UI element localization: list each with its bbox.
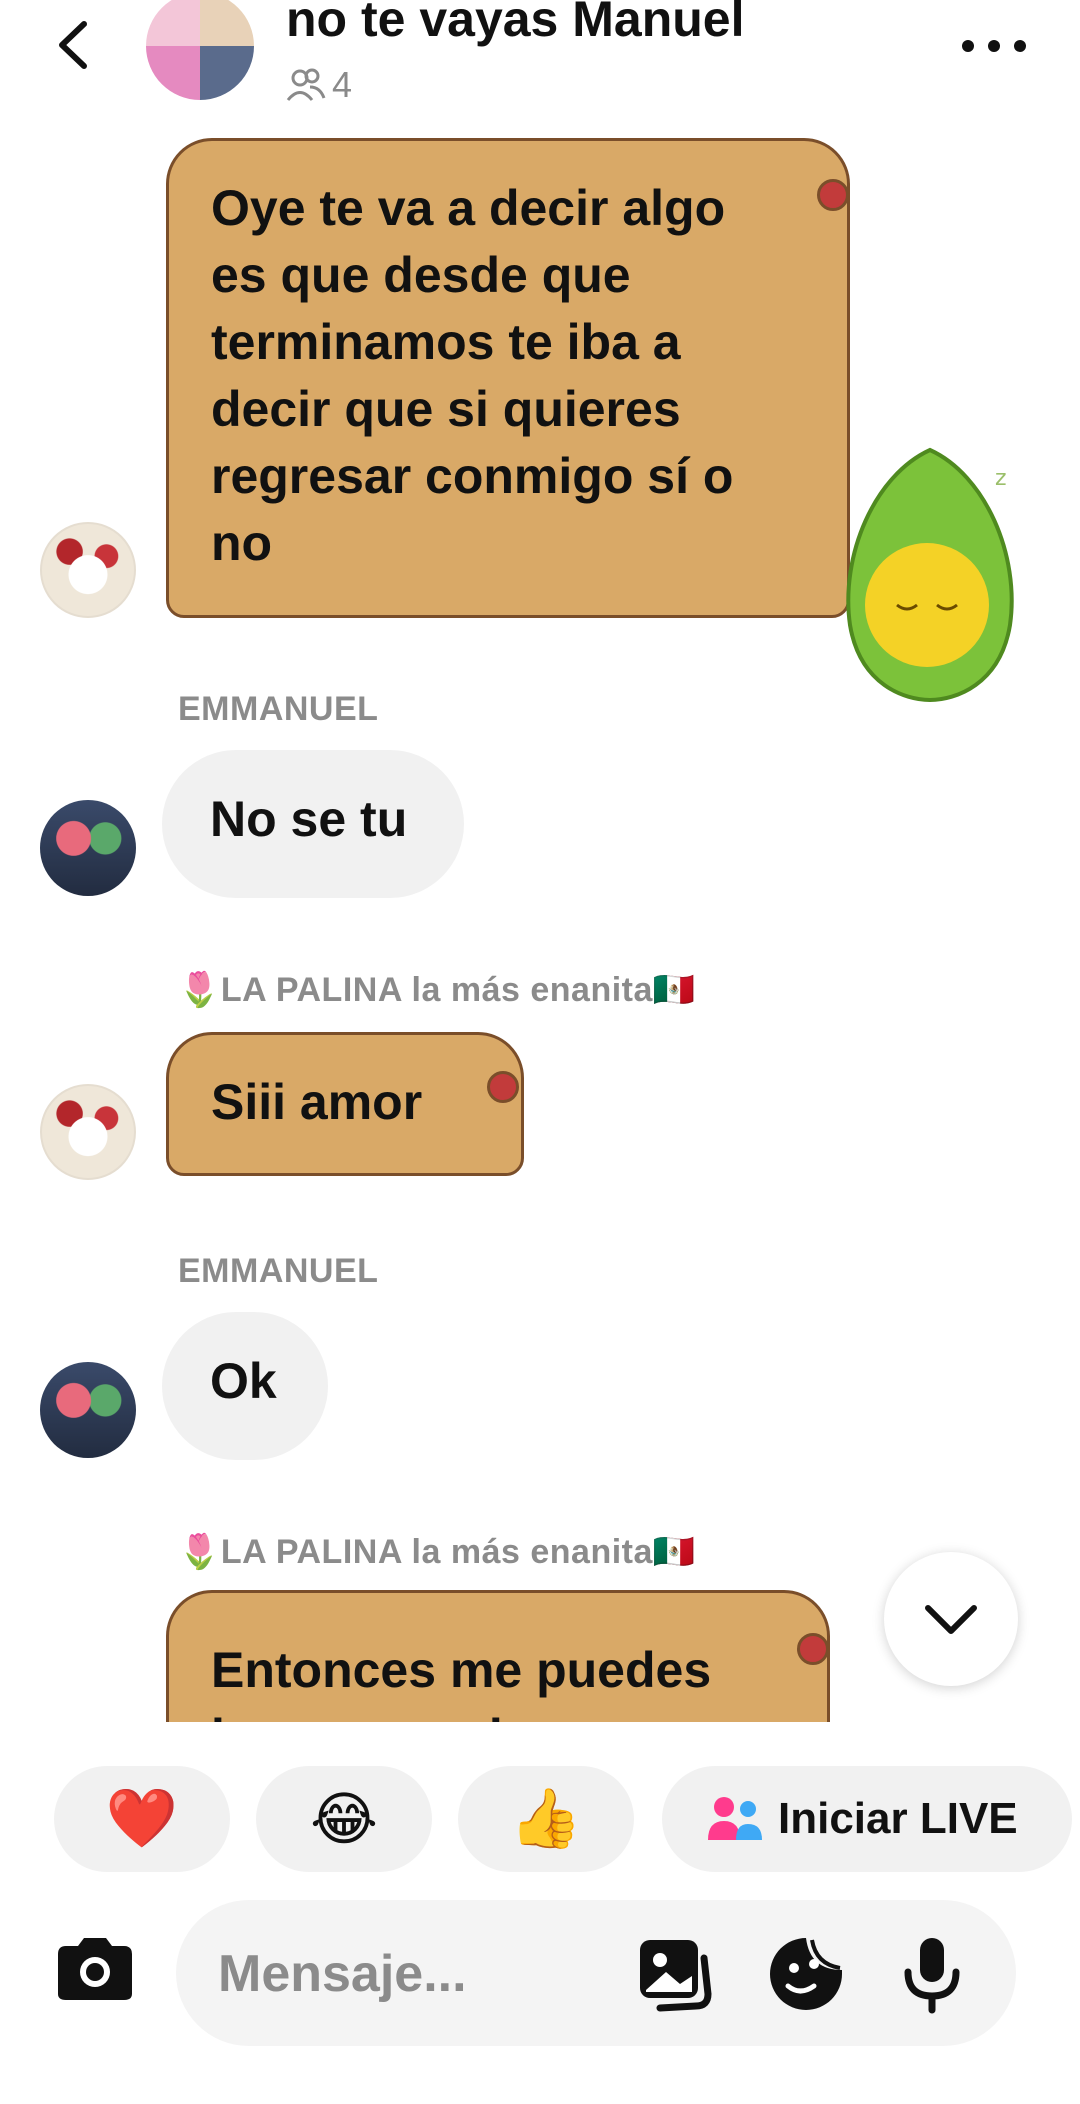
sticker-icon[interactable] (766, 1934, 846, 2014)
start-live-button[interactable]: Iniciar LIVE (662, 1766, 1072, 1872)
message-bubble[interactable]: Oye te va a decir algo es que desde que … (166, 138, 850, 618)
scroll-to-bottom-button[interactable] (884, 1552, 1018, 1686)
chevron-left-icon[interactable] (40, 10, 110, 80)
heart-reaction-button[interactable]: ❤️ (54, 1766, 230, 1872)
sleeping-seed-sticker[interactable]: z (835, 445, 1025, 705)
message-text: No se tu (210, 791, 408, 847)
camera-icon[interactable] (52, 1934, 138, 2004)
sender-name: 🌷LA PALINA la más enanita🇲🇽 (178, 971, 696, 1009)
group-avatar[interactable] (146, 0, 254, 100)
message-text: Ok (210, 1353, 277, 1409)
sender-name: 🌷LA PALINA la más enanita🇲🇽 (178, 1533, 696, 1571)
heart-emoji: ❤️ (105, 1786, 179, 1851)
more-horizontal-icon[interactable] (954, 26, 1034, 66)
chat-title[interactable]: no te vayas Manuel (286, 0, 745, 48)
thumbs-up-reaction-button[interactable]: 👍 (458, 1766, 634, 1872)
chat-header: no te vayas Manuel 4 (0, 0, 1080, 120)
message-input[interactable] (216, 1940, 600, 2008)
laughing-emoji: 😂 (310, 1787, 378, 1852)
thumbs-up-emoji: 👍 (509, 1786, 583, 1851)
avatar[interactable] (40, 522, 136, 618)
message-bubble[interactable]: No se tu (162, 750, 464, 898)
start-live-label: Iniciar LIVE (778, 1794, 1018, 1843)
message-bubble[interactable]: Entonces me puedes buscar y volverme (166, 1590, 830, 1722)
people-icon (708, 1797, 762, 1840)
gallery-icon[interactable] (634, 1934, 714, 2014)
message-bubble[interactable]: Siii amor (166, 1032, 524, 1176)
sender-name: EMMANUEL (178, 1252, 379, 1290)
message-bubble[interactable]: Ok (162, 1312, 328, 1460)
svg-text:z: z (995, 466, 1007, 491)
message-text: Entonces me puedes buscar y volverme (211, 1642, 712, 1722)
member-count[interactable]: 4 (286, 64, 352, 106)
avatar[interactable] (40, 1084, 136, 1180)
avatar[interactable] (40, 800, 136, 896)
capybara-ear (487, 1071, 519, 1103)
message-composer (176, 1900, 1016, 2046)
member-count-value: 4 (332, 64, 353, 105)
people-icon (286, 68, 326, 101)
laugh-reaction-button[interactable]: 😂 (256, 1766, 432, 1872)
avatar[interactable] (40, 1362, 136, 1458)
chevron-down-icon (925, 1605, 977, 1634)
sender-name: EMMANUEL (178, 690, 379, 728)
capybara-ear (817, 179, 849, 211)
message-text: Siii amor (211, 1074, 423, 1130)
capybara-ear (797, 1633, 829, 1665)
message-text: Oye te va a decir algo es que desde que … (211, 180, 734, 571)
microphone-icon[interactable] (892, 1934, 972, 2014)
